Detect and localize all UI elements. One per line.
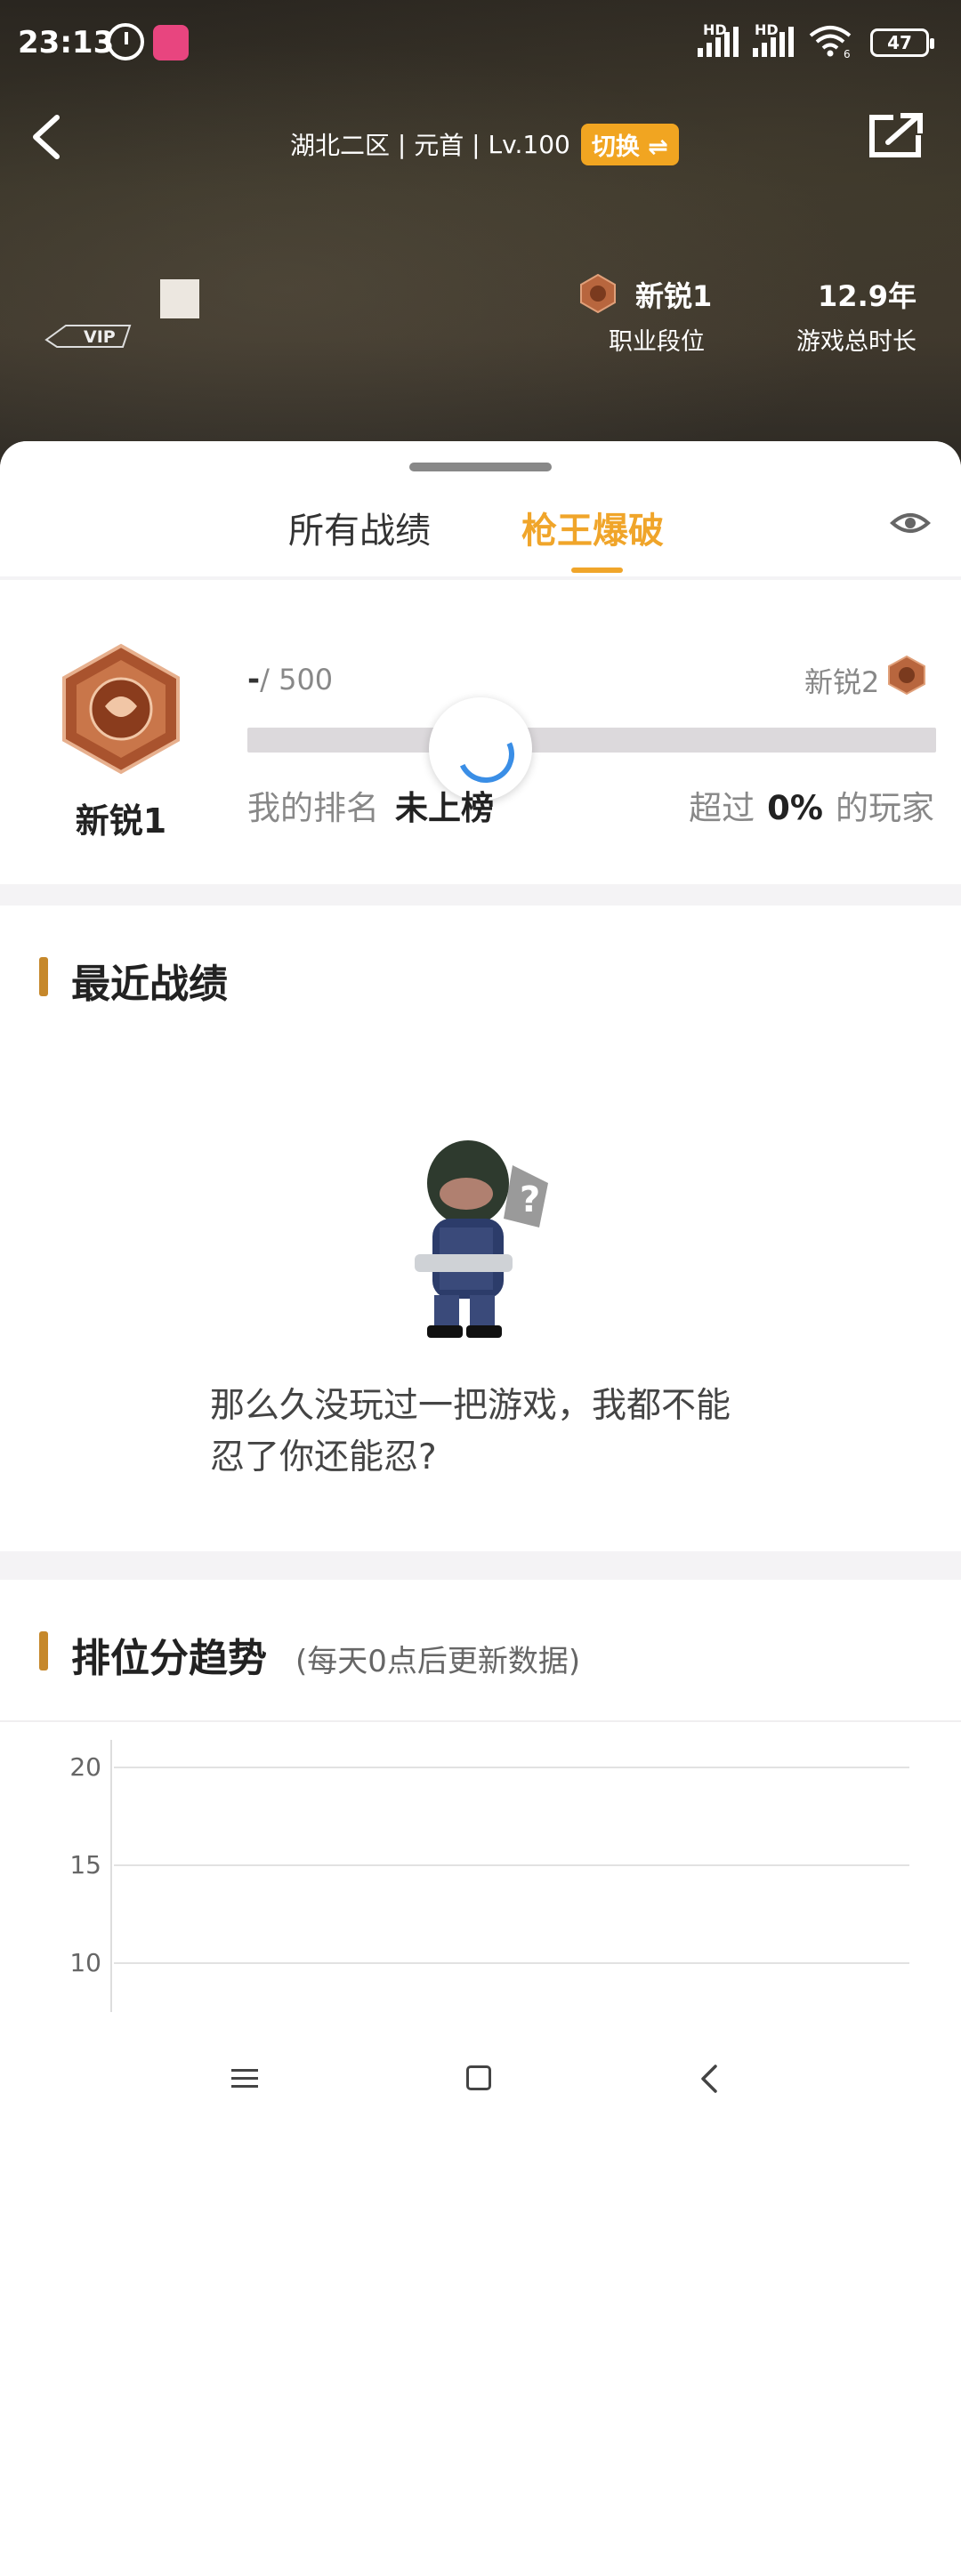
my-rank-value: 未上榜 [395, 789, 494, 827]
menu-icon[interactable] [231, 2067, 258, 2090]
eye-icon[interactable] [890, 505, 931, 541]
bronze-medal-icon [62, 643, 180, 775]
score-current: - [247, 662, 261, 697]
avatar[interactable] [160, 279, 199, 318]
svg-text:?: ? [520, 1179, 540, 1220]
vip-badge-icon: VIP [44, 325, 132, 348]
score-display: -/ 500 [247, 662, 333, 697]
medal-name: 新锐1 [75, 801, 167, 841]
rank-card: 新锐1 -/ 500 新锐2 我的排名 未上榜 超过 0% 的玩家 [0, 580, 961, 884]
bronze-rank-icon [580, 274, 616, 313]
playtime-label: 游戏总时长 [796, 328, 917, 356]
my-rank: 我的排名 未上榜 [247, 781, 494, 829]
exceed-players: 超过 0% 的玩家 [689, 781, 934, 829]
empty-state-illustration: ? [415, 1140, 548, 1338]
y-axis-line [110, 1740, 112, 2012]
empty-state-message: 那么久没玩过一把游戏，我都不能忍了你还能忍? [210, 1386, 731, 1477]
separator: | [390, 129, 415, 159]
wifi-label: 6 [844, 48, 851, 59]
vip-label: VIP [84, 327, 116, 347]
signal-icon-1 [698, 27, 739, 57]
y-tick-label: 10 [69, 1948, 101, 1977]
my-rank-label: 我的排名 [247, 789, 379, 827]
battery-level: 47 [887, 32, 912, 53]
total-playtime: 12.9年 游戏总时长 [774, 272, 934, 361]
app-notification-icon [153, 25, 189, 60]
career-rank-label: 职业段位 [609, 328, 705, 356]
exceed-prefix: 超过 [689, 789, 755, 827]
score-total: / 500 [260, 663, 334, 696]
exceed-suffix: 的玩家 [836, 789, 934, 827]
battery-icon: 47 [870, 28, 934, 57]
system-nav-bar [0, 2028, 961, 2135]
signal-icon-2 [753, 27, 794, 57]
vip-badge[interactable]: VIP [44, 320, 133, 350]
drag-handle[interactable] [409, 463, 552, 471]
gridline [114, 1864, 909, 1866]
status-bar: 23:13 HD HD 6 47 [0, 0, 961, 89]
home-icon[interactable] [466, 2065, 491, 2090]
trend-title: 排位分趋势 [71, 1636, 267, 1681]
career-rank-value: 新锐1 [635, 279, 713, 313]
wifi-icon: 6 [809, 26, 852, 59]
playtime-value: 12.9年 [818, 279, 917, 313]
y-tick-label: 20 [69, 1752, 101, 1782]
section-accent-bar [39, 957, 48, 996]
player-level: Lv.100 [488, 129, 570, 159]
gridline [114, 1962, 909, 1964]
tab-sniper-blast[interactable]: 枪王爆破 [521, 502, 664, 553]
trend-subtitle: (每天0点后更新数据) [295, 1644, 581, 1679]
rank-progress-bar [247, 728, 936, 753]
next-rank-icon [888, 655, 925, 696]
nav-back-icon[interactable] [699, 2064, 719, 2094]
separator: | [464, 129, 489, 159]
alarm-icon [107, 23, 144, 60]
share-icon[interactable] [867, 112, 924, 160]
tab-bar: 所有战绩 枪王爆破 [0, 441, 961, 576]
y-tick-label: 15 [69, 1850, 101, 1880]
server-info: 湖北二区 | 元首 | Lv.100 切换 ⇌ [290, 123, 679, 165]
exceed-value: 0% [767, 789, 823, 827]
gridline [114, 1767, 909, 1768]
tab-all-records[interactable]: 所有战绩 [288, 502, 431, 553]
player-name: 元首 [414, 131, 464, 160]
section-accent-bar [39, 1631, 48, 1670]
profile-hero: 23:13 HD HD 6 47 湖北二区 | 元首 | Lv.100 切换 ⇌ [0, 0, 961, 480]
switch-account-button[interactable]: 切换 ⇌ [580, 123, 679, 165]
status-time: 23:13 [18, 25, 115, 60]
career-rank: 新锐1 职业段位 [578, 272, 783, 361]
recent-title: 最近战绩 [71, 962, 228, 1007]
next-rank-label: 新锐2 [804, 665, 880, 699]
server-name: 湖北二区 [290, 131, 391, 160]
back-button[interactable] [23, 110, 71, 164]
tab-indicator [571, 568, 623, 573]
